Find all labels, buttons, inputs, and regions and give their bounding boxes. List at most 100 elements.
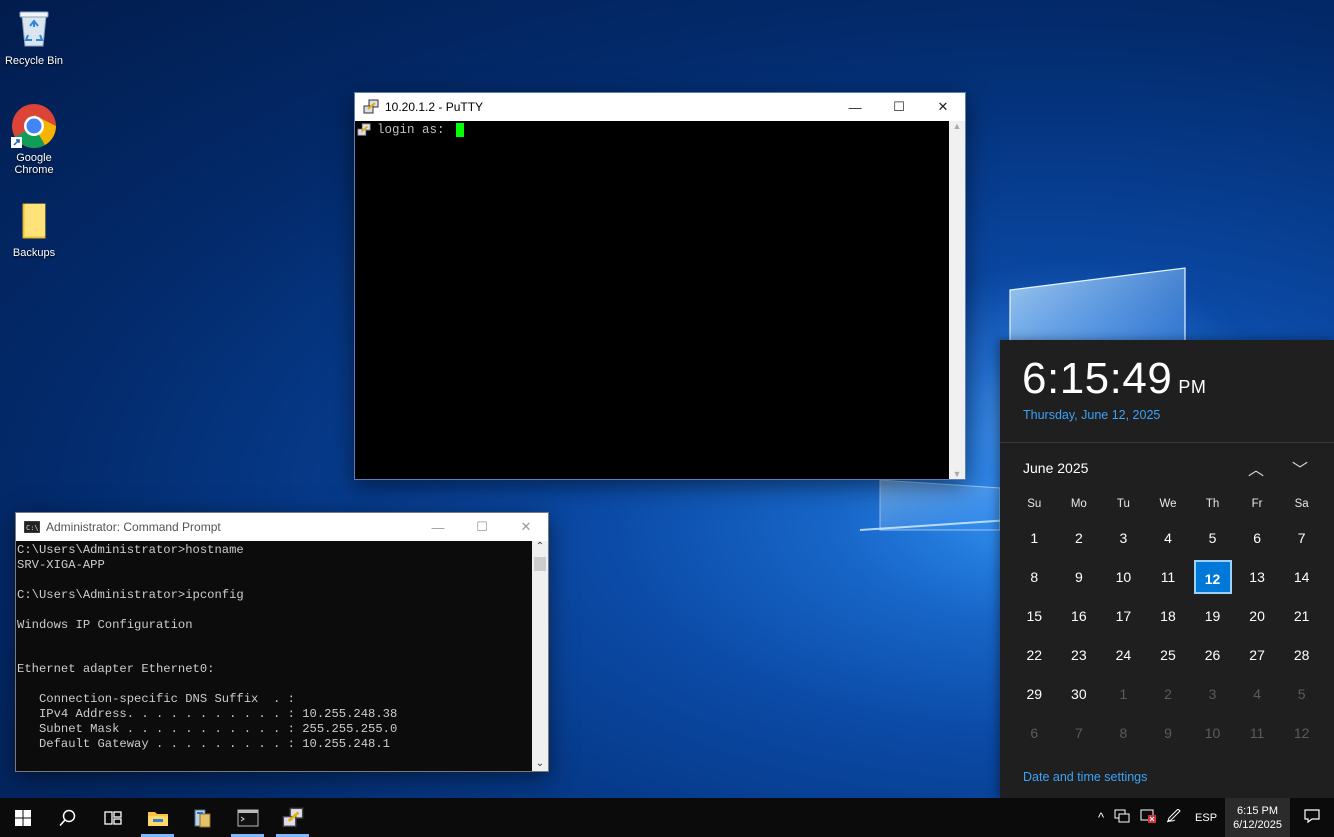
calendar-day[interactable]: 7	[1057, 725, 1102, 741]
taskbar-putty[interactable]	[270, 798, 315, 837]
taskbar-command-prompt[interactable]	[225, 798, 270, 837]
calendar-day[interactable]: 10	[1190, 725, 1235, 741]
maximize-button[interactable]: ☐	[460, 513, 504, 541]
calendar-day[interactable]: 5	[1190, 530, 1235, 546]
calendar-day[interactable]: 16	[1057, 608, 1102, 624]
chevron-up-icon[interactable]: ︿	[1248, 456, 1264, 480]
calendar-day-number: 5	[1208, 529, 1217, 546]
calendar-day[interactable]: 27	[1235, 647, 1280, 663]
calendar-day-number: 30	[1071, 685, 1087, 702]
flyout-date-link[interactable]: Thursday, June 12, 2025	[1023, 408, 1160, 422]
search-button[interactable]	[45, 798, 90, 837]
scroll-thumb[interactable]	[534, 557, 546, 571]
calendar-day[interactable]: 26	[1190, 647, 1235, 663]
close-button[interactable]: ✕	[921, 93, 965, 121]
scroll-down-arrow-icon[interactable]: ⌄	[532, 758, 548, 769]
desktop-icon-google-chrome[interactable]: Google Chrome	[0, 103, 68, 176]
calendar-day[interactable]: 17	[1101, 608, 1146, 624]
scroll-down-arrow-icon[interactable]: ▼	[949, 469, 965, 479]
security-alert-icon[interactable]	[1135, 809, 1161, 826]
calendar-day-number: 11	[1249, 724, 1265, 741]
calendar-day[interactable]: 1	[1012, 530, 1057, 546]
calendar-day[interactable]: 4	[1146, 530, 1191, 546]
calendar-day[interactable]: 30	[1057, 686, 1102, 702]
task-view-button[interactable]	[90, 798, 135, 837]
calendar-month-label[interactable]: June 2025	[1023, 460, 1088, 476]
calendar-day[interactable]: 11	[1235, 725, 1280, 741]
close-button[interactable]: ✕	[504, 513, 548, 541]
calendar-day[interactable]: 3	[1101, 530, 1146, 546]
cmd-window[interactable]: C:\ Administrator: Command Prompt — ☐ ✕ …	[15, 512, 549, 772]
notification-icon	[1304, 809, 1320, 824]
calendar-day[interactable]: 6	[1235, 530, 1280, 546]
calendar-day[interactable]: 10	[1101, 569, 1146, 585]
calendar-day[interactable]: 8	[1012, 569, 1057, 585]
calendar-day[interactable]: 12	[1279, 725, 1324, 741]
calendar-day[interactable]: 21	[1279, 608, 1324, 624]
calendar-day[interactable]: 20	[1235, 608, 1280, 624]
calendar-day[interactable]: 23	[1057, 647, 1102, 663]
calendar-day[interactable]: 4	[1235, 686, 1280, 702]
scroll-up-arrow-icon[interactable]: ▲	[949, 121, 965, 131]
putty-scrollbar[interactable]: ▲ ▼	[949, 121, 965, 479]
desktop-icon-label: Backups	[12, 247, 56, 259]
weekday-label: Su	[1027, 498, 1042, 510]
taskbar-file-explorer[interactable]	[135, 798, 180, 837]
desktop-icon-backups[interactable]: Backups	[0, 202, 68, 259]
taskbar-server-manager[interactable]	[180, 798, 225, 837]
putty-titlebar[interactable]: 10.20.1.2 - PuTTY — ☐ ✕	[355, 93, 965, 121]
calendar-day-number: 22	[1026, 646, 1043, 663]
putty-window[interactable]: 10.20.1.2 - PuTTY — ☐ ✕ login as: ▲ ▼	[354, 92, 966, 480]
maximize-button[interactable]: ☐	[877, 93, 921, 121]
scroll-up-arrow-icon[interactable]: ⌃	[532, 541, 548, 552]
putty-terminal[interactable]: login as:	[355, 121, 949, 479]
calendar-day[interactable]: 25	[1146, 647, 1191, 663]
desktop-icon-label: Recycle Bin	[4, 55, 64, 67]
putty-icon	[282, 807, 303, 827]
calendar-day[interactable]: 22	[1012, 647, 1057, 663]
start-button[interactable]	[0, 798, 45, 837]
pen-icon[interactable]	[1161, 808, 1187, 826]
calendar-day[interactable]: 13	[1235, 569, 1280, 585]
calendar-day[interactable]: 9	[1146, 725, 1191, 741]
minimize-button[interactable]: —	[833, 93, 877, 121]
calendar-day[interactable]: 29	[1012, 686, 1057, 702]
cmd-console[interactable]: C:\Users\Administrator>hostname SRV-XIGA…	[16, 541, 532, 771]
calendar-day[interactable]: 5	[1279, 686, 1324, 702]
cmd-titlebar[interactable]: C:\ Administrator: Command Prompt — ☐ ✕	[16, 513, 548, 541]
task-view-icon	[103, 810, 122, 825]
calendar-day[interactable]: 14	[1279, 569, 1324, 585]
calendar-day[interactable]: 7	[1279, 530, 1324, 546]
calendar-day[interactable]: 11	[1146, 569, 1191, 585]
system-tray: ^ ESP 6:15 PM 6/12/2025	[1093, 798, 1334, 837]
calendar-day[interactable]: 18	[1146, 608, 1191, 624]
calendar-day[interactable]: 8	[1101, 725, 1146, 741]
calendar-day-number: 1	[1030, 529, 1039, 546]
cmd-output: C:\Users\Administrator>hostname SRV-XIGA…	[17, 543, 398, 751]
network-icon[interactable]	[1109, 809, 1135, 826]
calendar-day-number: 26	[1204, 646, 1221, 663]
chevron-up-icon[interactable]: ^	[1093, 810, 1109, 825]
calendar-day[interactable]: 15	[1012, 608, 1057, 624]
calendar-day[interactable]: 24	[1101, 647, 1146, 663]
calendar-day-number: 1	[1119, 685, 1128, 702]
date-time-settings-link[interactable]: Date and time settings	[1023, 770, 1147, 784]
calendar-day[interactable]: 2	[1057, 530, 1102, 546]
input-language-indicator[interactable]: ESP	[1187, 812, 1225, 824]
calendar-day[interactable]: 19	[1190, 608, 1235, 624]
calendar-day[interactable]: 2	[1146, 686, 1191, 702]
calendar-day-today[interactable]: 12	[1190, 559, 1235, 594]
cmd-scrollbar[interactable]: ⌃ ⌄	[532, 541, 548, 771]
calendar-day[interactable]: 28	[1279, 647, 1324, 663]
action-center-button[interactable]	[1290, 808, 1334, 827]
calendar-day[interactable]: 3	[1190, 686, 1235, 702]
calendar-day[interactable]: 9	[1057, 569, 1102, 585]
calendar-day[interactable]: 6	[1012, 725, 1057, 741]
minimize-button[interactable]: —	[416, 513, 460, 541]
chevron-down-icon[interactable]: ﹀	[1292, 456, 1308, 480]
taskbar-clock[interactable]: 6:15 PM 6/12/2025	[1225, 798, 1290, 837]
desktop-icon-recycle-bin[interactable]: Recycle Bin	[0, 8, 68, 67]
taskbar-clock-date: 6/12/2025	[1233, 818, 1282, 831]
calendar-day[interactable]: 1	[1101, 686, 1146, 702]
taskbar-clock-time: 6:15 PM	[1237, 804, 1279, 817]
